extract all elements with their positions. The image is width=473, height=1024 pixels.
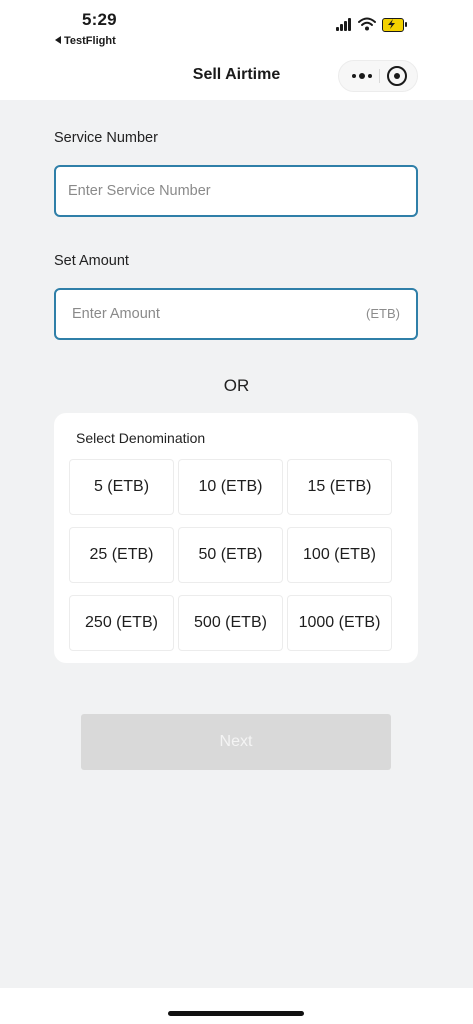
denomination-card: Select Denomination 5 (ETB) 10 (ETB) 15 … <box>54 413 418 663</box>
amount-field[interactable]: (ETB) <box>54 288 418 340</box>
denomination-option[interactable]: 100 (ETB) <box>287 527 392 583</box>
denomination-option[interactable]: 15 (ETB) <box>287 459 392 515</box>
status-bar: 5:29 TestFlight <box>0 0 473 52</box>
home-indicator[interactable] <box>168 1011 304 1016</box>
status-time: 5:29 <box>82 10 117 29</box>
more-dots-icon[interactable] <box>349 61 375 91</box>
wifi-icon <box>358 17 376 31</box>
back-arrow-icon <box>55 36 61 44</box>
denomination-option[interactable]: 50 (ETB) <box>178 527 283 583</box>
battery-charging-icon <box>382 18 407 32</box>
or-divider-text: OR <box>223 376 250 395</box>
denomination-option[interactable]: 25 (ETB) <box>69 527 174 583</box>
service-number-field[interactable] <box>54 165 418 217</box>
denomination-option[interactable]: 1000 (ETB) <box>287 595 392 651</box>
next-button[interactable]: Next <box>81 714 391 770</box>
mini-program-capsule <box>338 60 418 92</box>
amount-input[interactable] <box>56 290 416 338</box>
denomination-option[interactable]: 500 (ETB) <box>178 595 283 651</box>
denomination-grid: 5 (ETB) 10 (ETB) 15 (ETB) 25 (ETB) 50 (E… <box>69 459 395 651</box>
cellular-signal-icon <box>336 17 354 31</box>
back-to-app-link[interactable]: TestFlight <box>55 35 116 47</box>
form-area: Service Number Set Amount (ETB) OR Selec… <box>0 100 473 988</box>
back-app-label: TestFlight <box>64 35 116 47</box>
denomination-option[interactable]: 10 (ETB) <box>178 459 283 515</box>
denomination-title: Select Denomination <box>76 430 206 446</box>
amount-unit: (ETB) <box>366 306 400 321</box>
nav-bar: Sell Airtime <box>0 52 473 100</box>
denomination-option[interactable]: 5 (ETB) <box>69 459 174 515</box>
set-amount-label: Set Amount <box>54 253 129 269</box>
capsule-divider <box>379 69 380 83</box>
service-number-label: Service Number <box>54 130 158 146</box>
service-number-input[interactable] <box>56 167 416 215</box>
target-circle-icon[interactable] <box>387 66 407 86</box>
denomination-option[interactable]: 250 (ETB) <box>69 595 174 651</box>
